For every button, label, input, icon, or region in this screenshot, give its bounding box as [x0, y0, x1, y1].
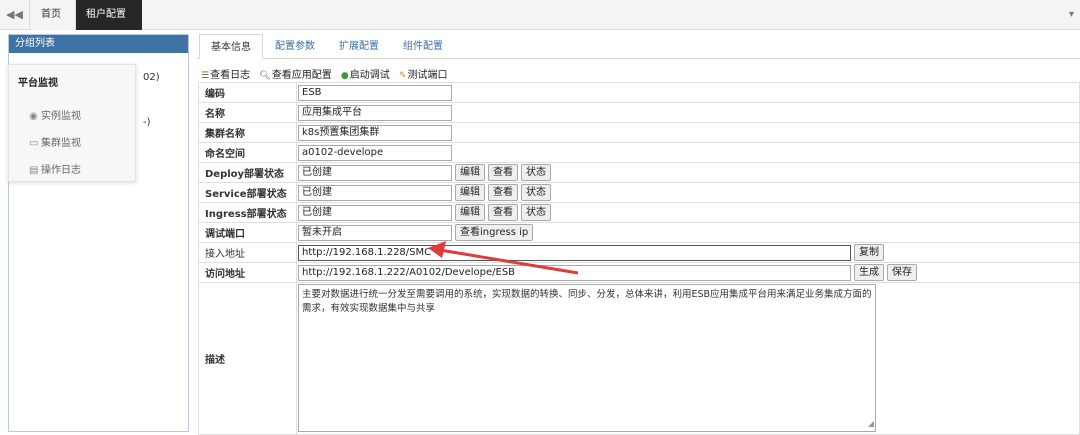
form-row-namespace: 命名空间 a0102-develope: [198, 142, 1080, 163]
view-app-config-button[interactable]: 🔍︎查看应用配置: [259, 70, 331, 81]
tab-home-label: 首页: [41, 9, 61, 20]
namespace-input[interactable]: a0102-develope: [298, 144, 452, 161]
start-debug-label: 启动调试: [349, 70, 390, 81]
tab-label: 配置参数: [275, 41, 315, 52]
view-log-button[interactable]: ☰查看日志: [201, 70, 250, 81]
monitor-icon: ▭: [29, 138, 39, 149]
eye-icon: ◉: [29, 111, 38, 122]
document-icon: ▤: [29, 165, 39, 176]
service-edit-button[interactable]: 编辑: [455, 184, 485, 201]
name-label: 名称: [198, 102, 297, 123]
ingress-status-label: Ingress部署状态: [198, 202, 297, 223]
form-row-service: Service部署状态 已创建 编辑 查看 状态: [198, 182, 1080, 203]
group-list-title: 分组列表: [9, 35, 188, 53]
double-left-arrow-icon[interactable]: ◀◀: [0, 0, 30, 30]
tab-label: 基本信息: [211, 42, 251, 53]
copy-button[interactable]: 复制: [854, 244, 884, 261]
list-icon: ☰: [201, 71, 210, 81]
ingress-view-button[interactable]: 查看: [488, 204, 518, 221]
test-port-label: 测试端口: [407, 70, 448, 81]
search-icon: 🔍︎: [259, 71, 271, 81]
description-textarea[interactable]: 主要对数据进行统一分发至需要调用的系统，实现数据的转换、同步、分发，总体来讲，利…: [298, 284, 876, 432]
action-toolbar: ☰查看日志 🔍︎查看应用配置 ●启动调试 ✎测试端口: [201, 66, 453, 81]
config-tabs: 基本信息 配置参数 扩展配置 组件配置: [197, 34, 1080, 59]
view-app-config-label: 查看应用配置: [271, 70, 332, 81]
tab-config-params[interactable]: 配置参数: [264, 34, 326, 59]
service-status-button[interactable]: 状态: [521, 184, 551, 201]
ingress-status-button[interactable]: 状态: [521, 204, 551, 221]
deploy-status-input[interactable]: 已创建: [298, 164, 452, 181]
cluster-input[interactable]: k8s预置集团集群: [298, 124, 452, 141]
visit-url-input[interactable]: http://192.168.1.222/A0102/Develope/ESB: [298, 264, 851, 281]
menu-item-label: 集群监视: [41, 138, 81, 149]
tab-label: 组件配置: [403, 41, 443, 52]
deploy-status-label: Deploy部署状态: [198, 162, 297, 183]
test-port-button[interactable]: ✎测试端口: [399, 70, 448, 81]
play-icon: ●: [340, 71, 349, 81]
form-row-ingress: Ingress部署状态 已创建 编辑 查看 状态: [198, 202, 1080, 223]
deploy-status-button[interactable]: 状态: [521, 164, 551, 181]
form-row-name: 名称 应用集成平台: [198, 102, 1080, 123]
tab-extend-config[interactable]: 扩展配置: [328, 34, 390, 59]
menu-item-label: 实例监视: [41, 111, 81, 122]
description-text: 主要对数据进行统一分发至需要调用的系统，实现数据的转换、同步、分发，总体来讲，利…: [302, 289, 872, 314]
tab-home[interactable]: 首页: [31, 0, 76, 30]
start-debug-button[interactable]: ●启动调试: [341, 70, 390, 81]
code-input[interactable]: ESB: [298, 84, 452, 101]
view-log-label: 查看日志: [210, 70, 251, 81]
tab-tenant-config[interactable]: 租户配置×: [76, 0, 142, 50]
tree-node-fragment[interactable]: 02): [143, 72, 160, 83]
name-input[interactable]: 应用集成平台: [298, 104, 452, 121]
tab-label: 扩展配置: [339, 41, 379, 52]
menu-item-label: 操作日志: [41, 165, 81, 176]
namespace-label: 命名空间: [198, 142, 297, 163]
debug-port-label: 调试端口: [198, 222, 297, 243]
form-row-access-url: 接入地址 http://192.168.1.228/SMC 复制: [198, 242, 1080, 263]
main-content: 基本信息 配置参数 扩展配置 组件配置 ☰查看日志 🔍︎查看应用配置 ●启动调试…: [197, 34, 1080, 435]
service-view-button[interactable]: 查看: [488, 184, 518, 201]
form-row-visit-url: 访问地址 http://192.168.1.222/A0102/Develope…: [198, 262, 1080, 283]
generate-button[interactable]: 生成: [854, 264, 884, 281]
tab-component-config[interactable]: 组件配置: [392, 34, 454, 59]
deploy-view-button[interactable]: 查看: [488, 164, 518, 181]
tab-basic-info[interactable]: 基本信息: [199, 34, 263, 59]
form-row-debug-port: 调试端口 暂未开启 查看ingress ip: [198, 222, 1080, 243]
view-ingress-ip-button[interactable]: 查看ingress ip: [455, 224, 534, 241]
basic-info-form: 编码 ESB 名称 应用集成平台 集群名称 k8s预置集团集群 命名空间 a01…: [198, 82, 1080, 435]
debug-port-input[interactable]: 暂未开启: [298, 224, 452, 241]
code-label: 编码: [198, 82, 297, 103]
service-status-label: Service部署状态: [198, 182, 297, 203]
cluster-label: 集群名称: [198, 122, 297, 143]
resize-handle-icon[interactable]: ◢: [868, 417, 874, 431]
menu-item-cluster-monitor[interactable]: ▭ 集群监视: [29, 134, 81, 149]
wrench-icon: ✎: [398, 71, 407, 81]
form-row-deploy: Deploy部署状态 已创建 编辑 查看 状态: [198, 162, 1080, 183]
description-label: 描述: [198, 282, 297, 435]
service-status-input[interactable]: 已创建: [298, 184, 452, 201]
save-button[interactable]: 保存: [887, 264, 917, 281]
chevron-down-icon[interactable]: ▾: [1069, 0, 1074, 30]
platform-monitor-menu: 平台监视 ◉ 实例监视 ▭ 集群监视 ▤ 操作日志: [8, 64, 136, 182]
tab-tenant-label: 租户配置: [86, 9, 126, 20]
ingress-edit-button[interactable]: 编辑: [455, 204, 485, 221]
form-row-code: 编码 ESB: [198, 82, 1080, 103]
visit-url-label: 访问地址: [198, 262, 297, 283]
access-url-label: 接入地址: [198, 242, 297, 263]
tree-node-fragment[interactable]: -): [143, 117, 151, 128]
ingress-status-input[interactable]: 已创建: [298, 204, 452, 221]
menu-title: 平台监视: [18, 78, 58, 89]
deploy-edit-button[interactable]: 编辑: [455, 164, 485, 181]
menu-item-instance-monitor[interactable]: ◉ 实例监视: [29, 107, 81, 122]
form-row-cluster: 集群名称 k8s预置集团集群: [198, 122, 1080, 143]
access-url-input[interactable]: http://192.168.1.228/SMC: [298, 244, 851, 261]
form-row-description: 描述 主要对数据进行统一分发至需要调用的系统，实现数据的转换、同步、分发，总体来…: [198, 282, 1080, 435]
menu-item-operation-log[interactable]: ▤ 操作日志: [29, 161, 81, 176]
top-tab-bar: ◀◀ 首页 租户配置× ▾: [0, 0, 1080, 50]
